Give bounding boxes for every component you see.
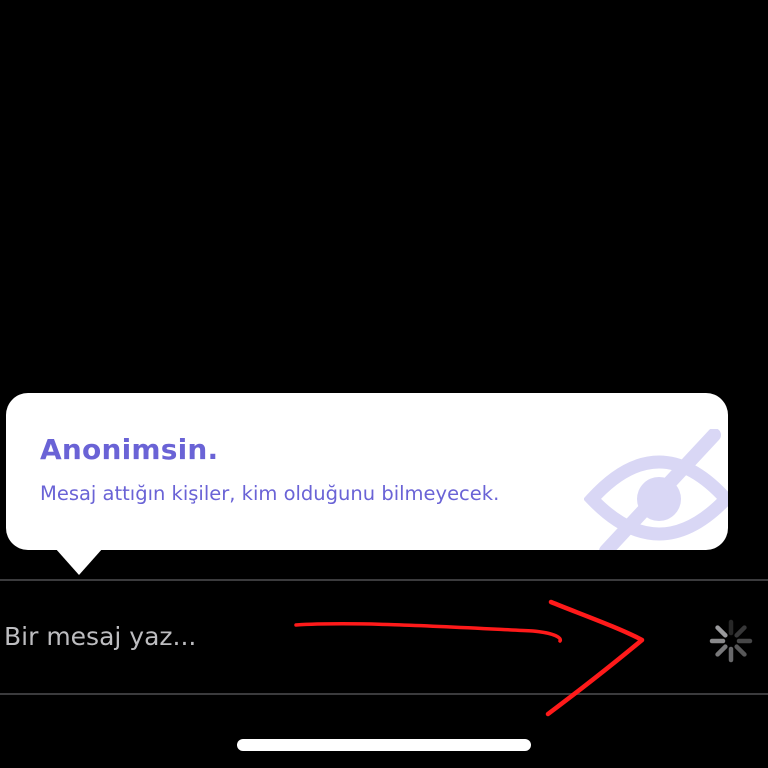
spinner-spoke xyxy=(734,625,747,638)
message-composer xyxy=(0,581,768,693)
eye-slash-icon xyxy=(584,429,728,550)
tooltip-body: Mesaj attığın kişiler, kim olduğunu bilm… xyxy=(40,482,500,505)
chat-screen: Anonimsin. Mesaj attığın kişiler, kim ol… xyxy=(0,0,768,768)
tooltip-tail xyxy=(55,548,103,575)
home-indicator xyxy=(237,739,531,751)
spinner-spoke xyxy=(734,644,747,657)
tooltip-title: Anonimsin. xyxy=(40,433,219,466)
composer-bottom-divider xyxy=(0,693,768,695)
anonymous-tooltip[interactable]: Anonimsin. Mesaj attığın kişiler, kim ol… xyxy=(6,393,728,550)
spinner-spoke xyxy=(715,644,728,657)
message-input[interactable] xyxy=(4,614,624,658)
loading-spinner-icon[interactable] xyxy=(708,618,754,664)
spinner-spoke xyxy=(715,625,728,638)
